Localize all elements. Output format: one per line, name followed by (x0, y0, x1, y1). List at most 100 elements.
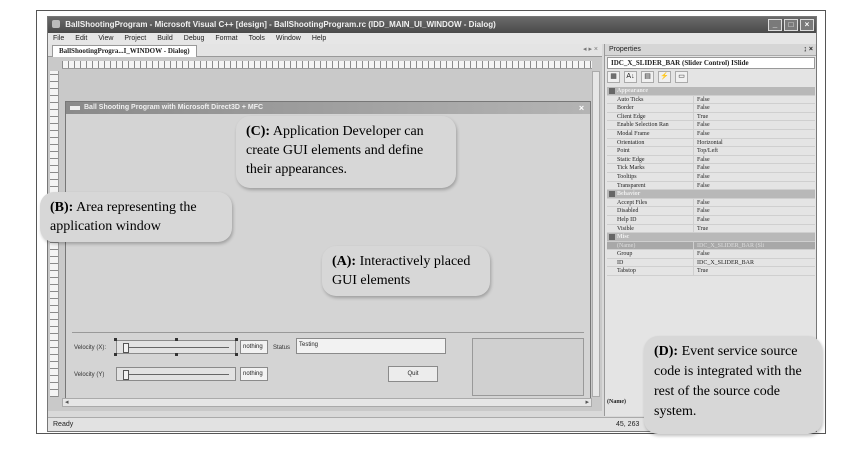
tab-dialog-resource[interactable]: BallShootingProgra...I_WINDOW - Dialog) (52, 45, 197, 57)
document-tab-bar: BallShootingProgra...I_WINDOW - Dialog) … (48, 44, 602, 57)
property-value[interactable]: False (693, 250, 813, 259)
properties-icon[interactable]: ▤ (641, 71, 654, 83)
property-row[interactable]: Accept Files False (607, 198, 815, 208)
property-row[interactable]: Tabstop True (607, 267, 815, 277)
selection-handle[interactable] (114, 338, 117, 341)
property-row[interactable]: Transparent False (607, 181, 815, 191)
menu-file[interactable]: File (53, 33, 64, 44)
property-row[interactable]: Client Edge True (607, 112, 815, 122)
ide-title-bar[interactable]: BallShootingProgram - Microsoft Visual C… (48, 17, 816, 33)
property-value[interactable]: Horizontal (693, 138, 813, 147)
property-value[interactable]: False (693, 172, 813, 181)
velocity-x-slider[interactable] (116, 340, 236, 354)
selection-handle[interactable] (175, 338, 178, 341)
property-category[interactable]: Behavior (607, 190, 815, 199)
menu-window[interactable]: Window (276, 33, 301, 44)
property-value[interactable]: False (693, 104, 813, 113)
property-name: Tick Marks (617, 165, 645, 172)
alphabetical-icon[interactable]: A↓ (624, 71, 637, 83)
property-row[interactable]: Tooltips False (607, 172, 815, 182)
property-pages-icon[interactable]: ▭ (675, 71, 688, 83)
property-row[interactable]: Tick Marks False (607, 164, 815, 173)
collapse-icon[interactable] (609, 191, 615, 198)
property-value[interactable]: False (693, 155, 813, 164)
property-row[interactable]: Static Edge False (607, 155, 815, 165)
property-value[interactable]: True (693, 224, 813, 233)
menu-edit[interactable]: Edit (75, 33, 87, 44)
menu-debug[interactable]: Debug (184, 33, 205, 44)
property-value[interactable]: IDC_X_SLIDER_BAR (693, 258, 813, 267)
velocity-y-label: Velocity (Y) (74, 372, 105, 378)
velocity-y-slider[interactable] (116, 367, 236, 381)
pin-icon[interactable]: ↨ × (803, 44, 813, 56)
menu-help[interactable]: Help (312, 33, 326, 44)
property-row[interactable]: ID IDC_X_SLIDER_BAR (607, 258, 815, 268)
property-category[interactable]: Misc (607, 233, 815, 242)
property-value[interactable]: False (693, 164, 813, 173)
window-controls: _ □ × (768, 19, 814, 31)
slider-thumb[interactable] (123, 370, 129, 380)
selection-handle[interactable] (114, 353, 117, 356)
property-value[interactable]: False (693, 207, 813, 216)
property-value[interactable]: IDC_X_SLIDER_BAR (Sli (693, 241, 813, 250)
property-value[interactable]: False (693, 198, 813, 207)
status-field[interactable]: Testing (296, 338, 446, 354)
property-row[interactable]: Group False (607, 250, 815, 259)
property-row[interactable]: Enable Selection Ran False (607, 121, 815, 130)
property-value[interactable]: False (693, 181, 813, 190)
property-name: Accept Files (617, 199, 648, 206)
property-row[interactable]: Help ID False (607, 215, 815, 225)
selection-handle[interactable] (235, 353, 238, 356)
dialog-close-icon[interactable]: × (576, 103, 587, 113)
categorized-icon[interactable]: ▦ (607, 71, 620, 83)
selection-handle[interactable] (175, 353, 178, 356)
callout-b: (B): Area representing the application w… (40, 192, 232, 242)
property-value[interactable]: False (693, 95, 813, 104)
collapse-icon[interactable] (609, 234, 615, 241)
property-name: Behavior (617, 191, 641, 198)
scroll-left-icon[interactable]: ◂ (65, 399, 69, 407)
property-row[interactable]: Border False (607, 104, 815, 113)
property-row[interactable]: Disabled False (607, 207, 815, 216)
property-value[interactable]: False (693, 121, 813, 130)
callout-c-text: Application Developer can create GUI ele… (246, 124, 424, 177)
property-row[interactable]: Modal Frame False (607, 129, 815, 139)
property-value[interactable]: True (693, 112, 813, 121)
object-selector[interactable]: IDC_X_SLIDER_BAR (Slider Control) ISlide (607, 57, 815, 69)
vertical-scrollbar[interactable] (592, 71, 600, 397)
maximize-button[interactable]: □ (784, 19, 798, 31)
property-row[interactable]: Orientation Horizontal (607, 138, 815, 148)
collapse-icon[interactable] (609, 88, 615, 94)
menu-format[interactable]: Format (215, 33, 237, 44)
menu-build[interactable]: Build (157, 33, 173, 44)
menu-project[interactable]: Project (124, 33, 146, 44)
selection-handle[interactable] (235, 338, 238, 341)
property-value[interactable]: False (693, 129, 813, 138)
slider-thumb[interactable] (123, 343, 129, 353)
property-value[interactable]: False (693, 215, 813, 224)
horizontal-scrollbar[interactable]: ◂ ▸ (62, 398, 592, 407)
property-row[interactable]: Auto Ticks False (607, 95, 815, 105)
scroll-right-icon[interactable]: ▸ (585, 399, 589, 407)
quit-button[interactable]: Quit (388, 366, 438, 382)
property-row[interactable]: Point Top/Left (607, 147, 815, 156)
property-name: ID (617, 259, 624, 266)
menu-view[interactable]: View (98, 33, 113, 44)
menu-tools[interactable]: Tools (249, 33, 265, 44)
tab-controls[interactable]: ◂ ▸ × (583, 45, 598, 53)
dialog-title-bar[interactable]: Ball Shooting Program with Microsoft Dir… (66, 102, 590, 114)
property-name: (Name) (617, 242, 636, 249)
dialog-icon (70, 106, 80, 110)
property-row[interactable]: (Name) IDC_X_SLIDER_BAR (Sli (607, 241, 815, 251)
property-category[interactable]: Appearance (607, 87, 815, 96)
events-icon[interactable]: ⚡ (658, 71, 671, 83)
minimize-button[interactable]: _ (768, 19, 782, 31)
property-value[interactable]: True (693, 267, 813, 276)
callout-d-key: (D): (654, 344, 679, 359)
callout-b-key: (B): (50, 200, 74, 215)
close-button[interactable]: × (800, 19, 814, 31)
property-row[interactable]: Visible True (607, 224, 815, 234)
property-name: Enable Selection Ran (617, 122, 669, 129)
property-name: Tooltips (617, 173, 637, 180)
property-value[interactable]: Top/Left (693, 147, 813, 156)
